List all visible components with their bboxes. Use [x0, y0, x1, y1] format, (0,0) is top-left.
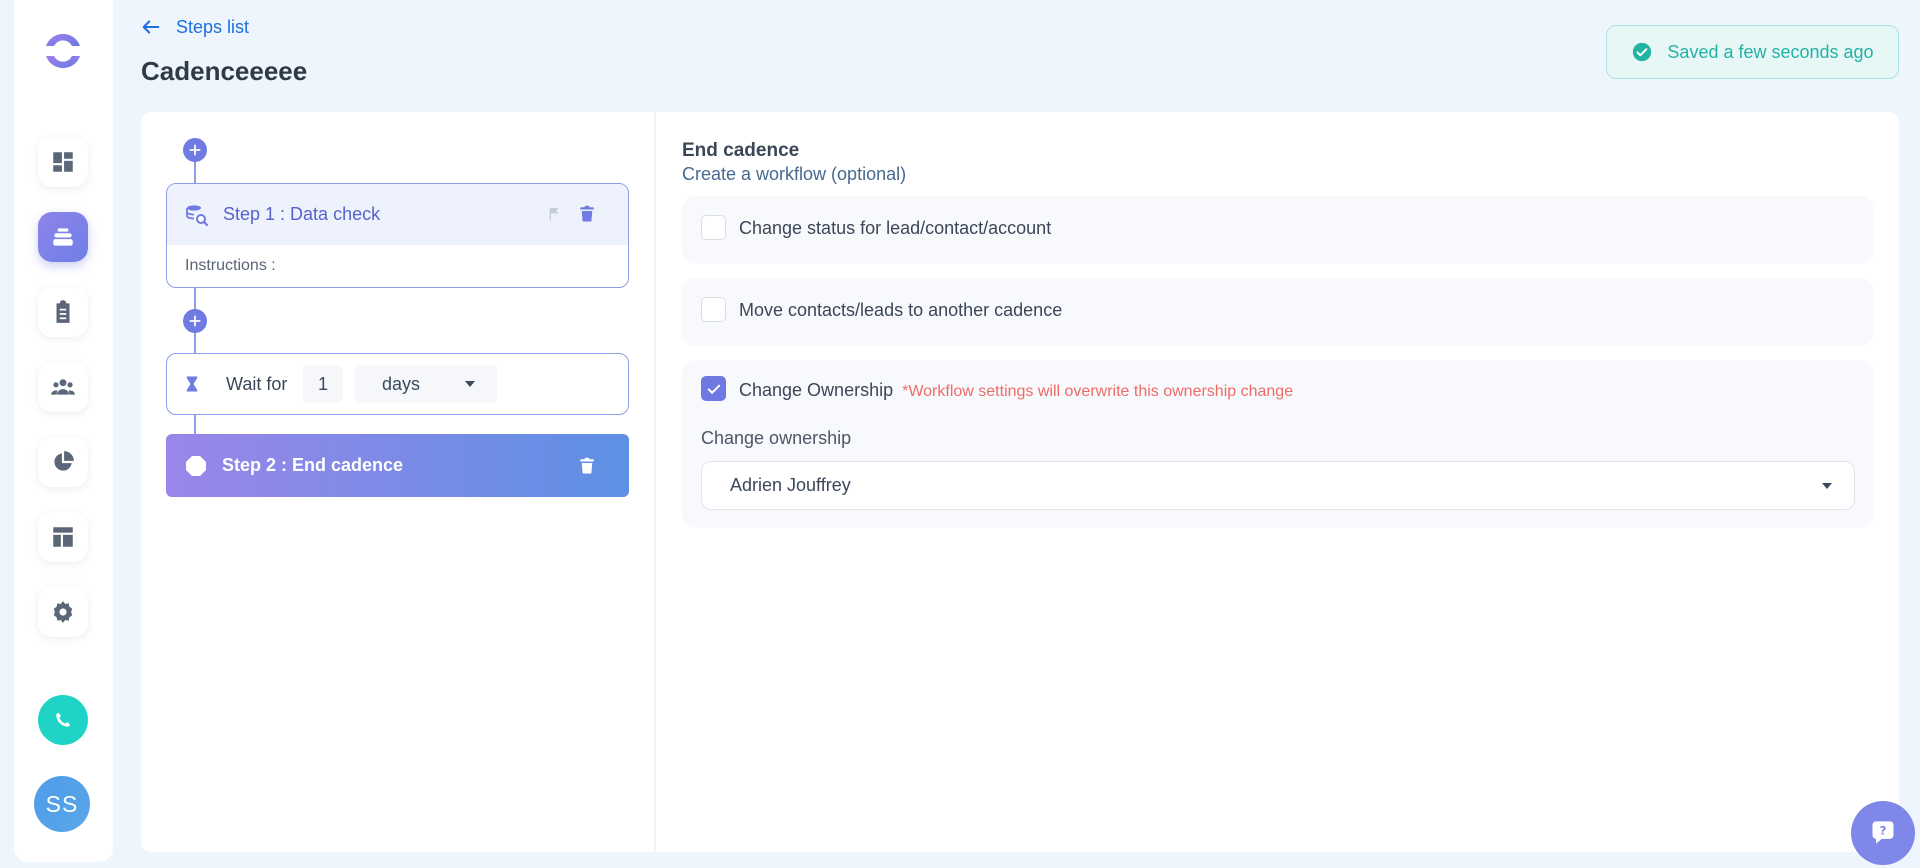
arrow-left-icon: [142, 20, 160, 34]
change-ownership-checkbox[interactable]: [701, 376, 726, 401]
step-2-card[interactable]: Step 2 : End cadence: [166, 434, 629, 497]
add-step-button[interactable]: [183, 309, 207, 333]
connector-line: [194, 415, 196, 434]
layout-icon: [53, 527, 73, 547]
delete-step-2-button[interactable]: [576, 455, 598, 477]
nav-templates-button[interactable]: [38, 512, 88, 562]
ownership-warning: *Workflow settings will overwrite this o…: [902, 383, 1294, 400]
nav-stats-button[interactable]: [38, 437, 88, 487]
plus-icon: [189, 144, 201, 156]
nav-cadences-button[interactable]: [38, 212, 88, 262]
check-circle-icon: [1633, 42, 1652, 62]
stop-octagon-icon: [186, 455, 206, 476]
svg-text:?: ?: [1880, 824, 1887, 838]
wait-label: Wait for: [226, 374, 288, 394]
wait-unit-select[interactable]: days: [355, 365, 497, 403]
delete-step-1-button[interactable]: [576, 203, 598, 225]
workflow-subtitle: Create a workflow (optional): [682, 164, 907, 184]
checkmark-icon: [707, 384, 720, 394]
hourglass-icon: [186, 376, 198, 392]
move-contacts-label: Move contacts/leads to another cadence: [739, 300, 1063, 320]
nav-people-button[interactable]: [38, 362, 88, 412]
stack-icon: [53, 228, 73, 246]
saved-status-text: Saved a few seconds ago: [1667, 41, 1874, 62]
nav-tasks-button[interactable]: [38, 287, 88, 337]
people-icon: [51, 379, 75, 395]
change-status-label: Change status for lead/contact/account: [739, 218, 1052, 238]
caret-down-icon: [465, 381, 475, 387]
nav-dashboard-button[interactable]: [38, 137, 88, 187]
flag-icon: [549, 208, 559, 221]
sidebar: SS: [14, 0, 113, 862]
call-button[interactable]: [38, 695, 88, 745]
ownership-select-value: Adrien Jouffrey: [730, 475, 851, 495]
gear-icon: [53, 601, 73, 623]
wait-unit-value: days: [382, 373, 421, 394]
step-2-title: Step 2 : End cadence: [222, 455, 404, 475]
help-chat-button[interactable]: ?: [1851, 801, 1915, 865]
database-search-icon: [186, 204, 209, 226]
move-contacts-checkbox[interactable]: [701, 297, 726, 322]
avatar[interactable]: SS: [34, 776, 90, 832]
trash-icon: [580, 205, 594, 222]
back-to-steps-link[interactable]: Steps list: [140, 16, 249, 38]
phone-icon: [56, 712, 71, 727]
back-link-label: Steps list: [176, 16, 250, 37]
pie-chart-icon: [54, 451, 74, 471]
change-ownership-row: Change Ownership *Workflow settings will…: [739, 380, 1293, 401]
workflow-option-move-contacts[interactable]: Move contacts/leads to another cadence: [682, 278, 1874, 346]
wait-delay-box: Wait for 1 days: [166, 353, 629, 415]
plus-icon: [189, 315, 201, 327]
workflow-title: End cadence: [682, 140, 800, 161]
add-step-button[interactable]: [183, 138, 207, 162]
app-logo-icon[interactable]: [38, 26, 88, 76]
change-ownership-label: Change Ownership: [739, 380, 894, 400]
caret-down-icon: [1822, 483, 1832, 489]
wait-value-input[interactable]: 1: [303, 365, 343, 403]
trash-icon: [580, 457, 594, 474]
ownership-select[interactable]: Adrien Jouffrey: [701, 461, 1855, 510]
page-title: Cadenceeeee: [141, 56, 308, 86]
flag-button[interactable]: [545, 203, 565, 225]
saved-status-badge: Saved a few seconds ago: [1606, 25, 1899, 79]
chat-help-icon: ?: [1872, 821, 1894, 844]
nav-settings-button[interactable]: [38, 587, 88, 637]
step-1-instructions: Instructions :: [185, 257, 276, 274]
clipboard-icon: [56, 300, 70, 323]
workflow-option-change-status[interactable]: Change status for lead/contact/account: [682, 196, 1874, 264]
step-1-title: Step 1 : Data check: [223, 204, 381, 224]
ownership-field-label: Change ownership: [701, 428, 852, 448]
change-status-checkbox[interactable]: [701, 215, 726, 240]
step-1-card[interactable]: Step 1 : Data check Instructions :: [166, 183, 629, 288]
dashboard-icon: [53, 152, 73, 172]
workflow-option-change-ownership[interactable]: Change Ownership *Workflow settings will…: [682, 360, 1874, 528]
